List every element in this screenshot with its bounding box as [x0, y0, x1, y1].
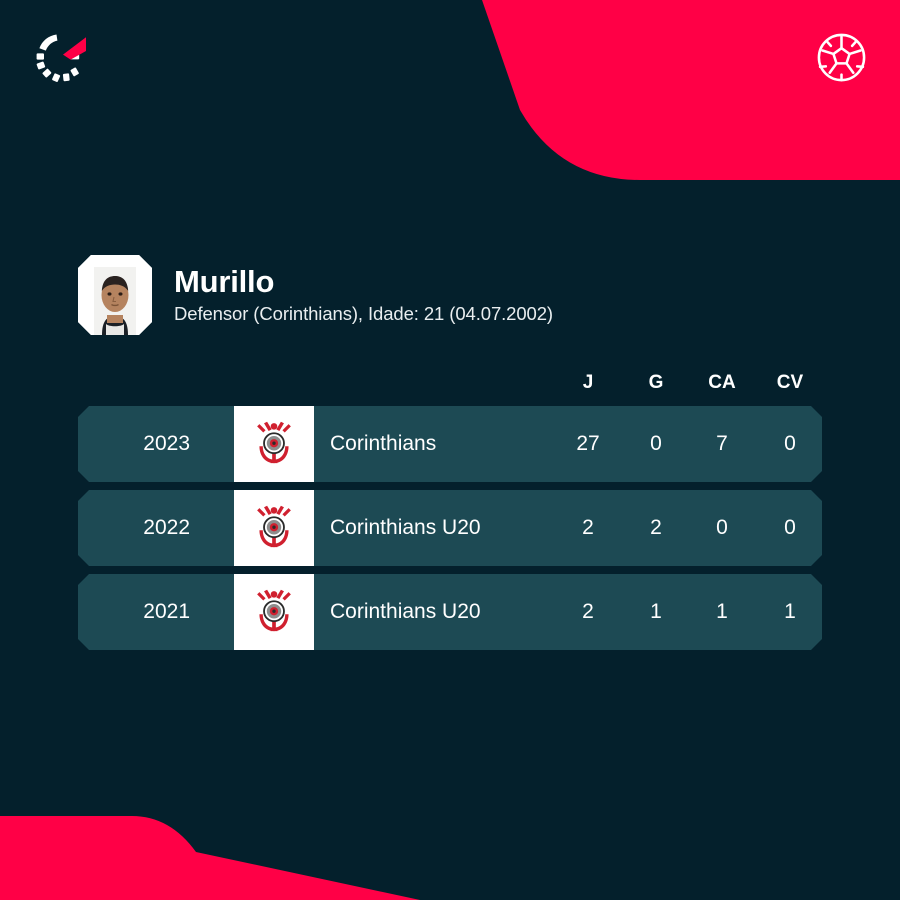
- player-avatar: [78, 255, 152, 335]
- corinthians-crest-icon: [234, 403, 314, 485]
- soccer-ball-icon[interactable]: [814, 30, 869, 85]
- cell-redcards: 0: [784, 432, 796, 455]
- player-header: Murillo Defensor (Corinthians), Idade: 2…: [78, 255, 553, 335]
- player-stats-card: Murillo Defensor (Corinthians), Idade: 2…: [0, 0, 900, 900]
- top-red-shape: [482, 0, 900, 180]
- logo-needle: [63, 37, 86, 60]
- column-header-ca: CA: [708, 372, 736, 393]
- cell-yellowcards: 1: [716, 600, 728, 623]
- column-header-j: J: [582, 372, 594, 393]
- cell-redcards: 0: [784, 516, 796, 539]
- player-name: Murillo: [174, 263, 275, 299]
- corinthians-crest-icon: [234, 571, 314, 653]
- cell-goals: 2: [650, 516, 662, 539]
- player-meta: Defensor (Corinthians), Idade: 21 (04.07…: [174, 303, 553, 325]
- cell-yellowcards: 0: [716, 516, 728, 539]
- corinthians-crest-icon: [234, 487, 314, 569]
- speedometer-logo-icon[interactable]: [30, 27, 92, 89]
- player-text-block: Murillo Defensor (Corinthians), Idade: 2…: [174, 263, 553, 325]
- bottom-red-shape: [0, 816, 420, 900]
- table-row[interactable]: 2022 Corinthians U20 2 2 0 0: [78, 490, 822, 566]
- cell-club: Corinthians U20: [330, 516, 481, 539]
- cell-matches: 27: [576, 432, 600, 455]
- player-portrait-image: [78, 255, 152, 335]
- table-row[interactable]: 2023 Corinthians 27 0 7 0: [78, 406, 822, 482]
- club-crest-image: [251, 588, 297, 636]
- cell-yellowcards: 7: [716, 432, 728, 455]
- column-header-g: G: [648, 372, 664, 393]
- season-stats-table: J G CA CV 2023 Corinthians 27 0 7 0 2022…: [78, 372, 822, 650]
- table-header-row: J G CA CV: [78, 372, 822, 406]
- cell-goals: 1: [650, 600, 662, 623]
- cell-season: 2022: [143, 516, 190, 539]
- table-row[interactable]: 2021 Corinthians U20 2 1 1 1: [78, 574, 822, 650]
- cell-matches: 2: [582, 516, 594, 539]
- cell-matches: 2: [582, 600, 594, 623]
- club-crest-image: [251, 420, 297, 468]
- club-crest-image: [251, 504, 297, 552]
- column-header-cv: CV: [776, 372, 804, 393]
- cell-club: Corinthians U20: [330, 600, 481, 623]
- cell-season: 2023: [143, 432, 190, 455]
- cell-season: 2021: [143, 600, 190, 623]
- cell-redcards: 1: [784, 600, 796, 623]
- cell-goals: 0: [650, 432, 662, 455]
- cell-club: Corinthians: [330, 432, 437, 455]
